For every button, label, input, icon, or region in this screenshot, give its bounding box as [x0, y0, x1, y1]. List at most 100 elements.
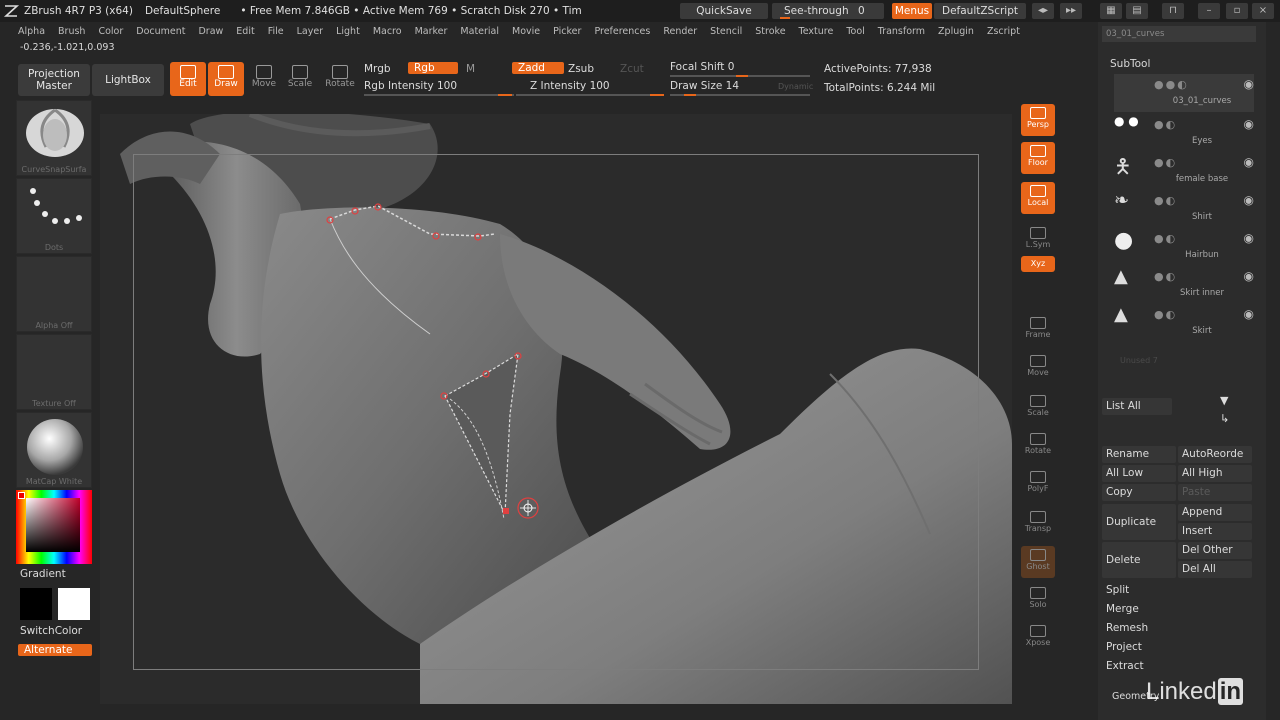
- menu-material[interactable]: Material: [460, 26, 499, 37]
- eye-icon[interactable]: ◉: [1244, 155, 1254, 169]
- transp-button[interactable]: Transp: [1021, 508, 1055, 540]
- stroke-selector[interactable]: Dots: [16, 178, 92, 254]
- all-low-button[interactable]: All Low: [1102, 465, 1176, 482]
- menu-stencil[interactable]: Stencil: [710, 26, 742, 37]
- floor-button[interactable]: Floor: [1021, 142, 1055, 174]
- switch-color-button[interactable]: SwitchColor: [20, 625, 82, 637]
- xyz-button[interactable]: Xyz: [1021, 256, 1055, 272]
- dynamic-toggle[interactable]: Dynamic: [778, 82, 813, 91]
- z-intensity-slider[interactable]: Z Intensity 100: [530, 80, 610, 92]
- menu-movie[interactable]: Movie: [512, 26, 540, 37]
- next-icon[interactable]: ▸▸: [1060, 3, 1082, 19]
- move-mode-button[interactable]: Move: [246, 62, 282, 96]
- eye-icon[interactable]: ◉: [1244, 193, 1254, 207]
- lock-icon[interactable]: ⊓: [1162, 3, 1184, 19]
- quicksave-button[interactable]: QuickSave: [680, 3, 768, 19]
- draw-size-slider[interactable]: Draw Size 14: [670, 80, 739, 92]
- subtool-item[interactable]: ❧ ●◐ ◉ Shirt: [1114, 190, 1254, 228]
- polyf-button[interactable]: PolyF: [1021, 468, 1055, 500]
- project-menu[interactable]: Project: [1102, 639, 1252, 656]
- paste-button[interactable]: Paste: [1178, 484, 1252, 501]
- brush-selector[interactable]: CurveSnapSurfa: [16, 100, 92, 176]
- current-tool-name[interactable]: 03_01_curves: [1102, 26, 1256, 42]
- alpha-selector[interactable]: Alpha Off: [16, 256, 92, 332]
- m-toggle[interactable]: M: [466, 63, 475, 75]
- menu-preferences[interactable]: Preferences: [594, 26, 650, 37]
- scale-view-button[interactable]: Scale: [1021, 392, 1055, 424]
- menu-layer[interactable]: Layer: [297, 26, 324, 37]
- append-button[interactable]: Append: [1178, 504, 1252, 521]
- menu-render[interactable]: Render: [663, 26, 697, 37]
- menu-picker[interactable]: Picker: [553, 26, 581, 37]
- menu-brush[interactable]: Brush: [58, 26, 85, 37]
- rgb-intensity-slider[interactable]: Rgb Intensity 100: [364, 80, 457, 92]
- prev-icon[interactable]: ◂▸: [1032, 3, 1054, 19]
- menu-transform[interactable]: Transform: [878, 26, 925, 37]
- del-all-button[interactable]: Del All: [1178, 561, 1252, 578]
- texture-selector[interactable]: Texture Off: [16, 334, 92, 410]
- color-picker[interactable]: [16, 490, 92, 564]
- eye-icon[interactable]: ◉: [1244, 269, 1254, 283]
- eye-icon[interactable]: ◉: [1244, 307, 1254, 321]
- split-menu[interactable]: Split: [1102, 582, 1252, 599]
- rgb-toggle[interactable]: Rgb: [408, 62, 458, 74]
- ghost-button[interactable]: Ghost: [1021, 546, 1055, 578]
- eye-icon[interactable]: ◉: [1244, 77, 1254, 91]
- focal-shift-slider[interactable]: Focal Shift 0: [670, 61, 734, 73]
- default-zscript-button[interactable]: DefaultZScript: [934, 3, 1026, 19]
- menu-color[interactable]: Color: [98, 26, 123, 37]
- gradient-label[interactable]: Gradient: [20, 568, 66, 580]
- arrow-right-icon[interactable]: ↳: [1220, 412, 1229, 425]
- move-view-button[interactable]: Move: [1021, 352, 1055, 384]
- xpose-button[interactable]: Xpose: [1021, 622, 1055, 654]
- insert-button[interactable]: Insert: [1178, 523, 1252, 540]
- maximize-icon[interactable]: ▫: [1226, 3, 1248, 19]
- alternate-button[interactable]: Alternate: [18, 644, 92, 656]
- menu-edit[interactable]: Edit: [236, 26, 254, 37]
- minimize-icon[interactable]: –: [1198, 3, 1220, 19]
- subtool-item[interactable]: 🯅 ●◐ ◉ female base: [1114, 152, 1254, 190]
- frame-button[interactable]: Frame: [1021, 314, 1055, 346]
- material-selector[interactable]: MatCap White: [16, 412, 92, 488]
- lightbox-button[interactable]: LightBox: [92, 64, 164, 96]
- close-icon[interactable]: ×: [1252, 3, 1274, 19]
- subtool-item[interactable]: ▲ ●◐ ◉ Skirt: [1114, 304, 1254, 342]
- solo-button[interactable]: Solo: [1021, 584, 1055, 616]
- draw-mode-button[interactable]: Draw: [208, 62, 244, 96]
- menu-document[interactable]: Document: [136, 26, 185, 37]
- eye-icon[interactable]: ◉: [1244, 117, 1254, 131]
- extract-menu[interactable]: Extract: [1102, 658, 1252, 675]
- menu-zscript[interactable]: Zscript: [987, 26, 1020, 37]
- scale-mode-button[interactable]: Scale: [282, 62, 318, 96]
- persp-button[interactable]: Persp: [1021, 104, 1055, 136]
- menu-zplugin[interactable]: Zplugin: [938, 26, 974, 37]
- menu-alpha[interactable]: Alpha: [18, 26, 45, 37]
- mrgb-toggle[interactable]: Mrgb: [364, 63, 391, 75]
- lsym-button[interactable]: L.Sym: [1021, 224, 1055, 256]
- list-all-button[interactable]: List All: [1102, 398, 1172, 415]
- rename-button[interactable]: Rename: [1102, 446, 1176, 463]
- zsub-toggle[interactable]: Zsub: [568, 63, 594, 75]
- zadd-toggle[interactable]: Zadd: [512, 62, 564, 74]
- local-button[interactable]: Local: [1021, 182, 1055, 214]
- menus-button[interactable]: Menus: [892, 3, 932, 19]
- menu-stroke[interactable]: Stroke: [755, 26, 785, 37]
- menu-light[interactable]: Light: [336, 26, 360, 37]
- projection-master-button[interactable]: Projection Master: [18, 64, 90, 96]
- subtool-item[interactable]: ●●◐ ◉ 03_01_curves: [1114, 74, 1254, 112]
- subtool-title[interactable]: SubTool: [1110, 58, 1150, 70]
- subtool-item[interactable]: ● ●◐ ◉ Hairbun: [1114, 228, 1254, 266]
- del-other-button[interactable]: Del Other: [1178, 542, 1252, 559]
- secondary-color-swatch[interactable]: [20, 588, 52, 620]
- canvas-viewport[interactable]: [100, 114, 1012, 704]
- menu-draw[interactable]: Draw: [198, 26, 223, 37]
- all-high-button[interactable]: All High: [1178, 465, 1252, 482]
- menu-texture[interactable]: Texture: [799, 26, 834, 37]
- rotate-mode-button[interactable]: Rotate: [322, 62, 358, 96]
- main-color-swatch[interactable]: [58, 588, 90, 620]
- edit-mode-button[interactable]: Edit: [170, 62, 206, 96]
- duplicate-button[interactable]: Duplicate: [1102, 504, 1176, 540]
- autoreorder-button[interactable]: AutoReorde: [1178, 446, 1252, 463]
- subtool-item[interactable]: ● ● ●◐ ◉ Eyes: [1114, 114, 1254, 152]
- copy-button[interactable]: Copy: [1102, 484, 1176, 501]
